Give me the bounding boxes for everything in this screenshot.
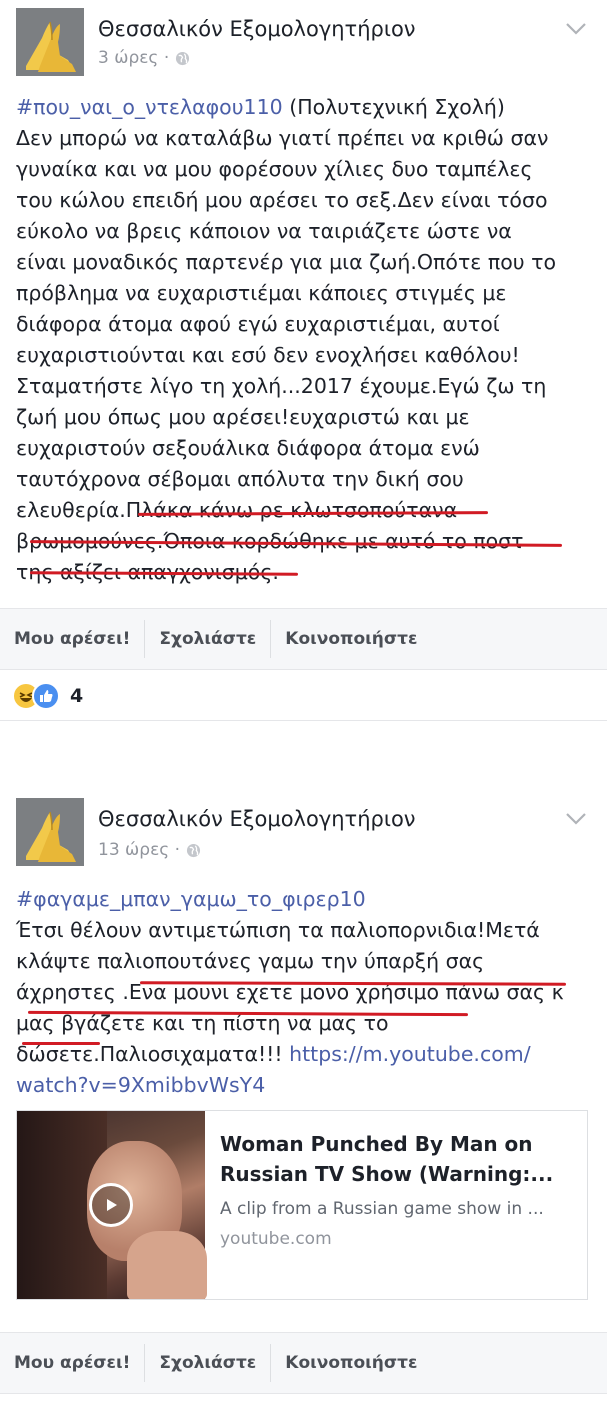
post-line: Σταματήστε λίγο τη χολή...2017 έχουμε.Εγ… (16, 374, 547, 398)
post-body: #φαγαμε_μπαν_γαμω_το_φιρερ10 Έτσι θέλουν… (16, 884, 591, 1101)
globe-icon (186, 843, 201, 857)
video-thumbnail[interactable] (17, 1111, 207, 1299)
post-line: ευχαριστούν σεξουάλικα διάφορα άτομα ενώ (16, 436, 480, 460)
red-underline (22, 1042, 100, 1045)
post-line: #που_ναι_ο_ντελαφου110 (Πολυτεχνική Σχολ… (16, 95, 505, 119)
post-2: Θεσσαλικόν Εξομολογητήριον 13 ώρες · #φα… (0, 790, 607, 1394)
page-avatar[interactable] (16, 8, 84, 76)
link-description: A clip from a Russian game show in ... (220, 1199, 544, 1219)
action-bar: Μου αρέσει! Σχολιάστε Κοινοποιήστε (0, 1332, 607, 1394)
post-line: Έτσι θέλουν αντιμετώπιση τα παλιοπορνιδι… (16, 918, 540, 942)
page-name[interactable]: Θεσσαλικόν Εξομολογητήριον (98, 17, 416, 41)
post-line: διάφορα άτομα αφού εγώ ευχαριστιέμαι, αυ… (16, 312, 500, 336)
reaction-count: 4 (70, 684, 84, 707)
post-line: ζωή μου όπως μου αρέσει!ευχαριστώ και με (16, 405, 470, 429)
youtube-link[interactable]: https://m.youtube.com/ (289, 1042, 531, 1066)
post-line: ταυτόχρονα σέβομαι απόλυτα την δική σου (16, 467, 464, 491)
page-name[interactable]: Θεσσαλικόν Εξομολογητήριον (98, 807, 416, 831)
post-line: ευχαριστιούνται και εσύ δεν ενοχλήσει κα… (16, 343, 520, 367)
hashtag-link[interactable]: #που_ναι_ο_ντελαφου110 (16, 95, 283, 119)
play-icon[interactable] (89, 1183, 133, 1227)
link-title[interactable]: Woman Punched By Man on Russian TV Show … (220, 1129, 575, 1189)
post-time[interactable]: 3 ώρες · (98, 48, 169, 68)
globe-icon (176, 51, 190, 65)
reactions-bar[interactable]: 4 (0, 671, 607, 721)
hashtag-link[interactable]: #φαγαμε_μπαν_γαμω_το_φιρερ10 (16, 887, 366, 911)
link-domain: youtube.com (220, 1229, 332, 1249)
page-avatar[interactable] (16, 798, 84, 866)
action-bar: Μου αρέσει! Σχολιάστε Κοινοποιήστε (0, 608, 607, 670)
youtube-link[interactable]: watch?v=9XmibbvWsY4 (16, 1073, 265, 1097)
comment-button[interactable]: Σχολιάστε (144, 1344, 270, 1382)
post-1: Θεσσαλικόν Εξομολογητήριον 3 ώρες · #που… (0, 0, 607, 670)
like-button[interactable]: Μου αρέσει! (0, 620, 144, 658)
chevron-down-icon[interactable] (565, 812, 587, 826)
post-line: γυναίκα και να μου φορέσουν χίλιες δυο τ… (16, 157, 533, 181)
share-button[interactable]: Κοινοποιήστε (270, 1344, 431, 1382)
post-line: Δεν μπορώ να καταλάβω γιατί πρέπει να κρ… (16, 126, 549, 150)
post-line: watch?v=9XmibbvWsY4 (16, 1070, 591, 1101)
praying-hands-icon (16, 8, 84, 76)
comment-button[interactable]: Σχολιάστε (144, 620, 270, 658)
post-meta: 3 ώρες · (98, 48, 190, 68)
post-line: κλάψτε παλιοπουτάνες γαμω την ύπαρξή σας (16, 949, 485, 973)
like-icon (32, 681, 60, 710)
link-preview-card[interactable]: Woman Punched By Man on Russian TV Show … (16, 1110, 588, 1300)
post-meta: 13 ώρες · (98, 840, 201, 860)
post-line: πρόβλημα να ευχαριστιέμαι κάποιες στιγμέ… (16, 281, 507, 305)
post-time[interactable]: 13 ώρες · (98, 840, 180, 860)
post-line: #φαγαμε_μπαν_γαμω_το_φιρερ10 (16, 884, 591, 915)
praying-hands-icon (16, 798, 84, 866)
post-line: ελευθερία.Πλάκα κάνω ρε κλωτσοπούτανα (16, 498, 458, 522)
post-line: είναι μοναδικός παρτενέρ για μια ζωή.Οπό… (16, 250, 557, 274)
post-line: εύκολο να βρεις κάποιον να ταιριάζετε ώσ… (16, 219, 512, 243)
chevron-down-icon[interactable] (565, 22, 587, 36)
post-line: δώσετε.Παλιοσιχαματα!!! https://m.youtub… (16, 1042, 531, 1066)
share-button[interactable]: Κοινοποιήστε (270, 620, 431, 658)
post-line: του κώλου επειδή μου αρέσει το σεξ.Δεν ε… (16, 188, 548, 212)
like-button[interactable]: Μου αρέσει! (0, 1344, 144, 1382)
